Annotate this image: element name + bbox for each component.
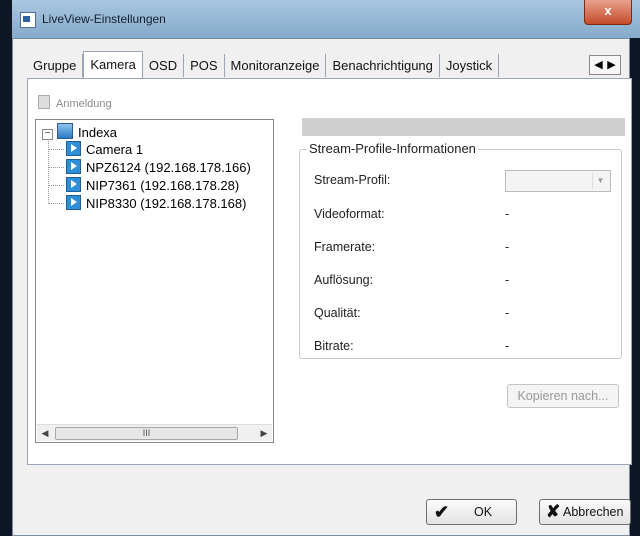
close-icon: x: [604, 3, 612, 18]
cancel-label: Abbrechen: [563, 505, 624, 519]
tab-gruppe[interactable]: Gruppe: [27, 54, 84, 77]
scroll-right-icon[interactable]: ▶: [257, 426, 271, 440]
app-icon: [20, 12, 36, 28]
tab-scroll-left-icon[interactable]: ◀: [592, 56, 605, 74]
bitrate-label: Bitrate:: [314, 339, 354, 353]
camera-icon: [66, 159, 81, 174]
close-button[interactable]: x: [584, 0, 632, 25]
bitrate-value: -: [505, 339, 510, 353]
chevron-down-icon: ▼: [592, 173, 608, 189]
settings-window: LiveView-Einstellungen x Gruppe Kamera O…: [0, 0, 640, 536]
stream-profile-label: Stream-Profil:: [314, 173, 391, 187]
login-button[interactable]: Anmeldung: [38, 95, 112, 110]
framerate-label: Framerate:: [314, 240, 376, 254]
group-icon: [57, 123, 73, 139]
tree-item-label: Camera 1: [86, 142, 144, 157]
camera-icon: [66, 195, 81, 210]
login-label: Anmeldung: [56, 98, 112, 110]
check-icon: ✔: [434, 502, 450, 522]
tree-item-label: NIP7361 (192.168.178.28): [86, 178, 240, 193]
framerate-value: -: [505, 240, 510, 254]
tree-item-label: NPZ6124 (192.168.178.166): [86, 160, 251, 175]
title-bar[interactable]: LiveView-Einstellungen x: [12, 0, 640, 38]
collapse-icon[interactable]: −: [42, 129, 53, 140]
tab-kamera[interactable]: Kamera: [83, 51, 143, 79]
scroll-left-icon[interactable]: ◀: [38, 426, 52, 440]
quality-value: -: [505, 306, 510, 320]
kamera-panel: Anmeldung − Indexa Camera 1 NPZ6124 (192…: [27, 78, 632, 465]
tree-item-label: NIP8330 (192.168.178.168): [86, 196, 247, 211]
tab-joystick[interactable]: Joystick: [440, 54, 500, 77]
tree-root-label: Indexa: [78, 125, 118, 140]
tree-item-nip7361[interactable]: NIP7361 (192.168.178.28): [66, 177, 239, 195]
tree-item-camera-1[interactable]: Camera 1: [66, 141, 143, 159]
cancel-icon: ✘: [546, 502, 561, 521]
stream-profile-group: Stream-Profile-Informationen Stream-Prof…: [299, 141, 622, 359]
stream-profile-select[interactable]: ▼: [505, 170, 611, 192]
login-icon: [38, 95, 50, 109]
tree-item-nip8330[interactable]: NIP8330 (192.168.178.168): [66, 195, 246, 213]
resolution-label: Auflösung:: [314, 273, 374, 287]
copy-to-button[interactable]: Kopieren nach...: [507, 384, 619, 408]
tab-osd[interactable]: OSD: [143, 54, 185, 77]
dialog-client: Gruppe Kamera OSD POS Monitoranzeige Ben…: [12, 38, 632, 536]
tree-horizontal-scrollbar[interactable]: ◀ III ▶: [37, 424, 272, 441]
window-title: LiveView-Einstellungen: [42, 12, 166, 26]
tab-scroll-right-icon[interactable]: ▶: [605, 56, 618, 74]
camera-tree[interactable]: − Indexa Camera 1 NPZ6124 (192.168.178.1…: [35, 119, 274, 443]
ok-button[interactable]: ✔ OK: [426, 499, 517, 525]
videoformat-label: Videoformat:: [314, 207, 385, 221]
selection-header-bar: [302, 118, 625, 136]
quality-label: Qualität:: [314, 306, 361, 320]
tab-scroll-buttons: ◀ ▶: [589, 55, 621, 75]
resolution-value: -: [505, 273, 510, 287]
camera-icon: [66, 141, 81, 156]
tab-pos[interactable]: POS: [184, 54, 225, 77]
ok-label: OK: [474, 505, 493, 519]
camera-icon: [66, 177, 81, 192]
tab-benachrichtigung[interactable]: Benachrichtigung: [326, 54, 440, 77]
cancel-button[interactable]: ✘ Abbrechen: [539, 499, 631, 525]
tab-monitoranzeige[interactable]: Monitoranzeige: [225, 54, 327, 77]
tab-strip: Gruppe Kamera OSD POS Monitoranzeige Ben…: [27, 51, 500, 79]
scrollbar-thumb[interactable]: III: [55, 427, 238, 440]
stream-profile-group-title: Stream-Profile-Informationen: [307, 141, 478, 156]
tree-item-npz6124[interactable]: NPZ6124 (192.168.178.166): [66, 159, 251, 177]
videoformat-value: -: [505, 207, 510, 221]
